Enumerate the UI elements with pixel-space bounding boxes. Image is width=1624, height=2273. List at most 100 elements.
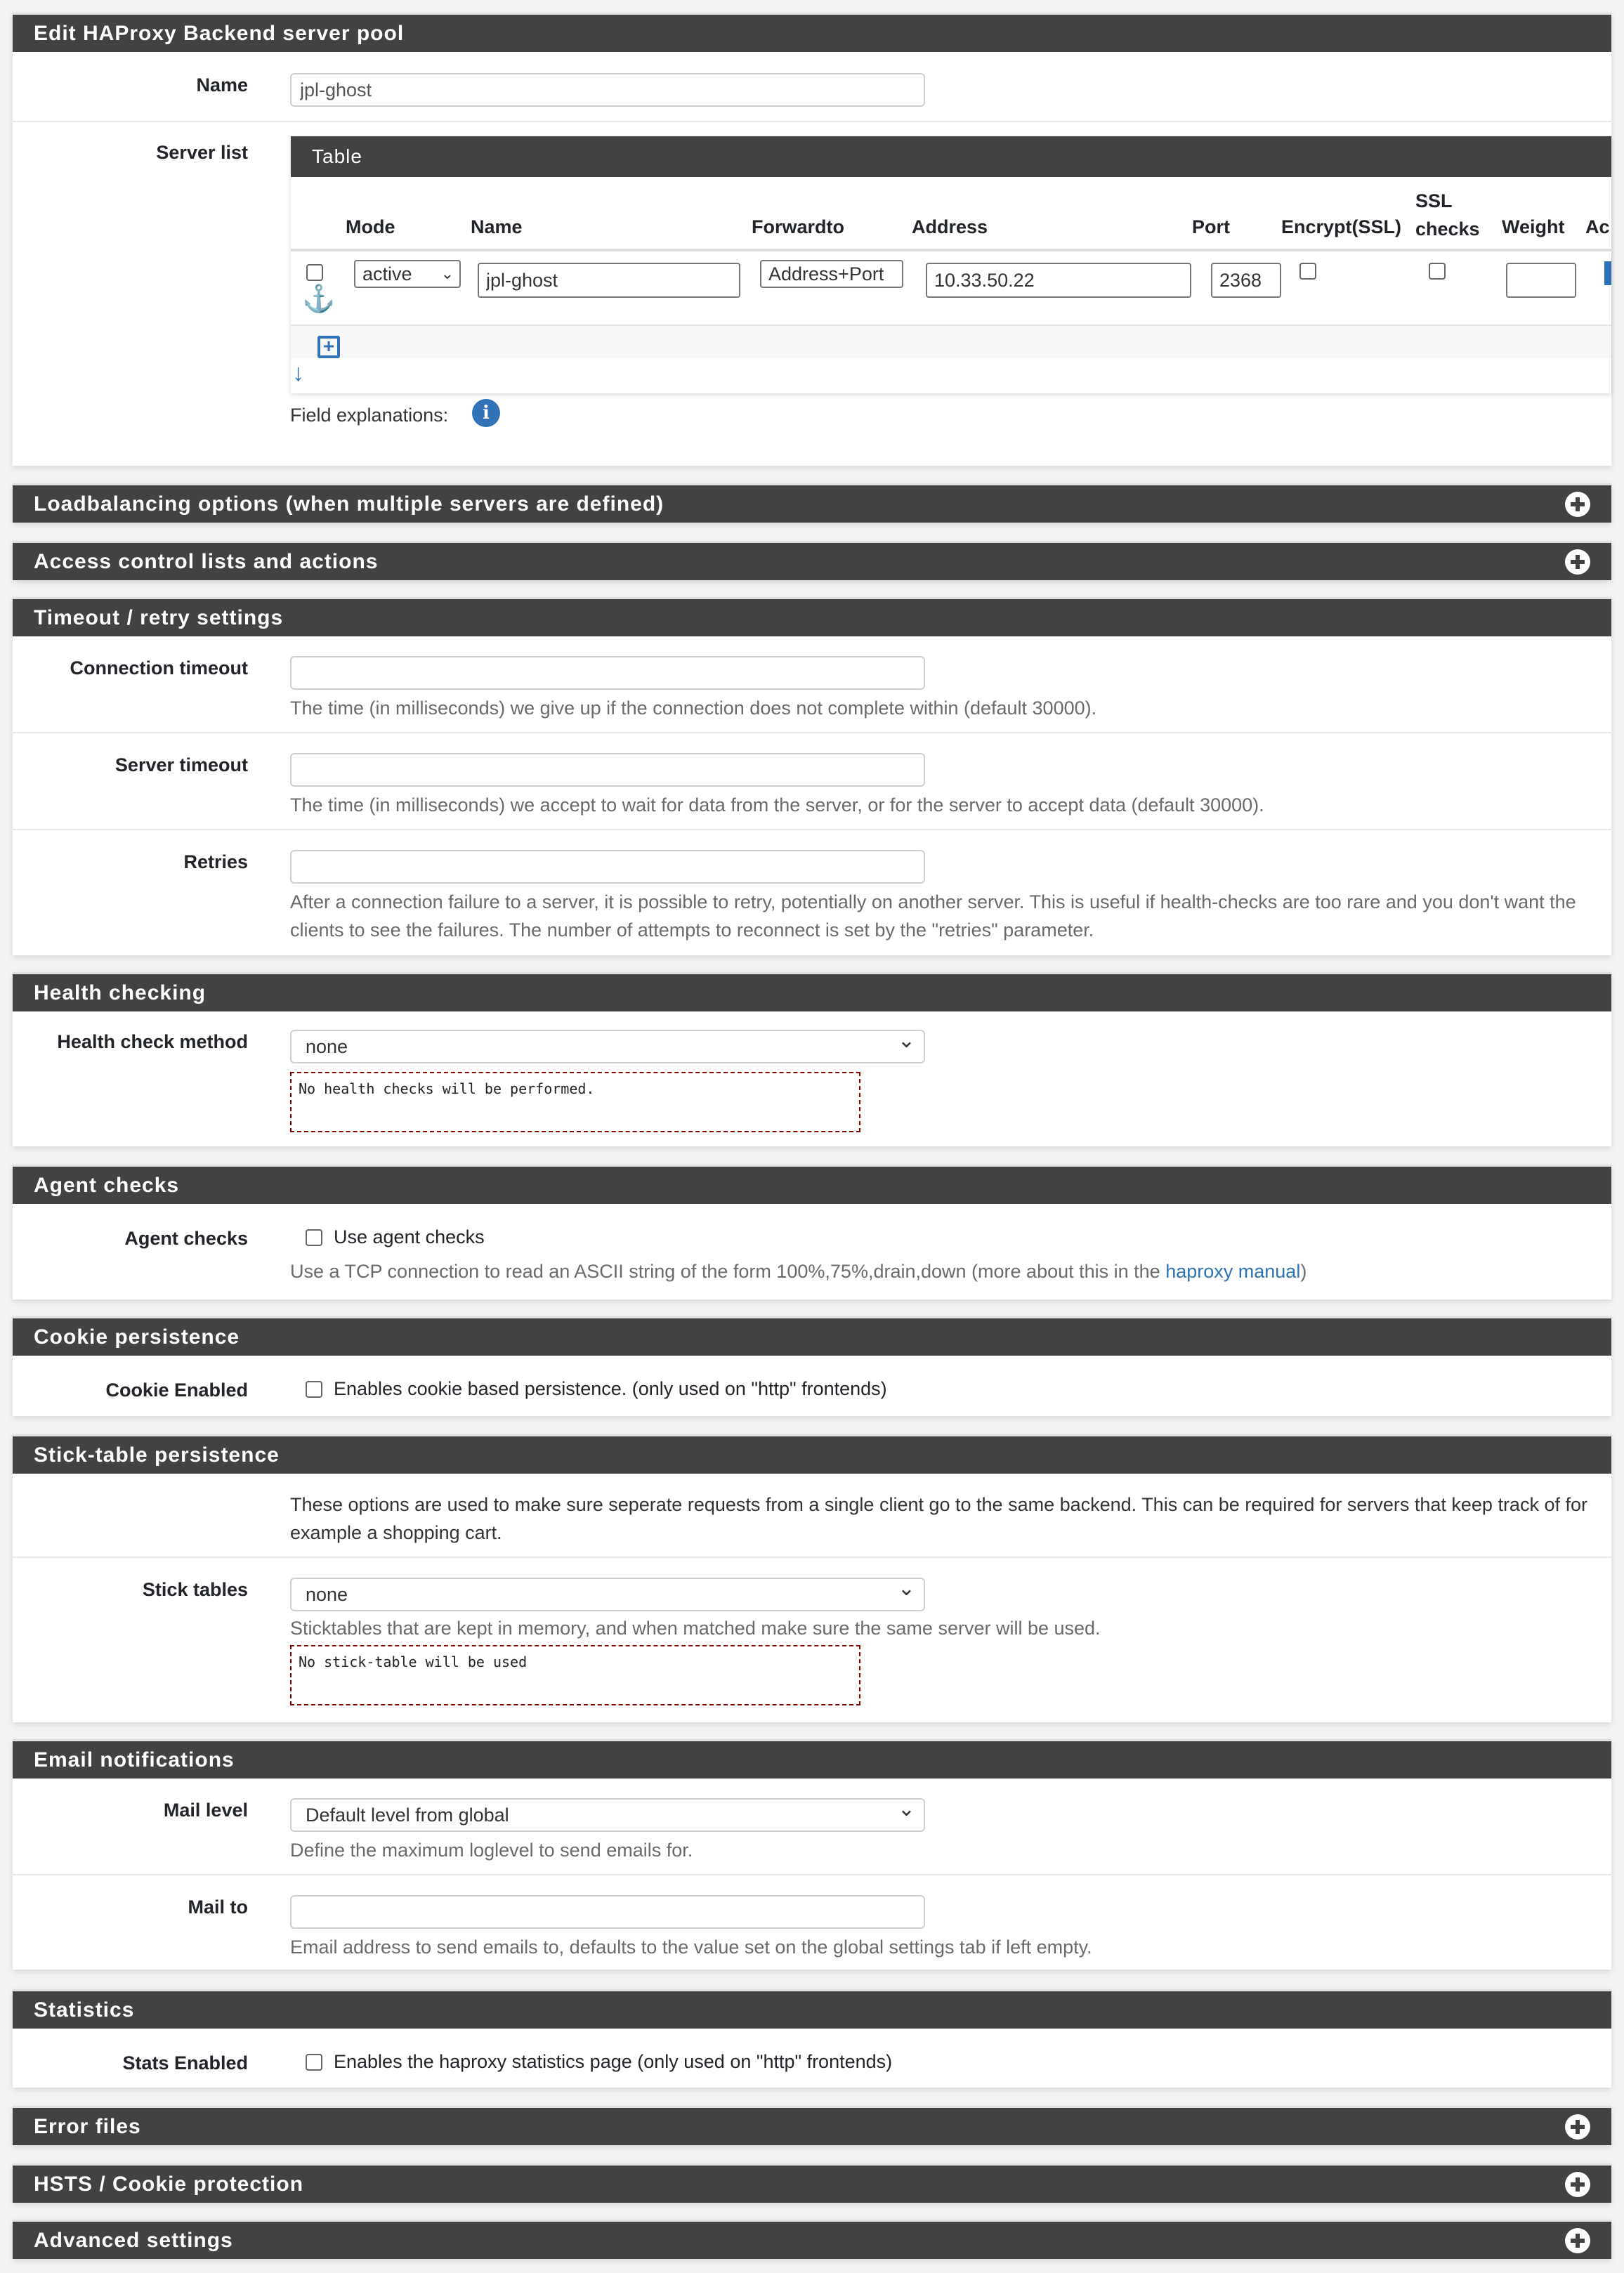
stats-title: Statistics bbox=[13, 1989, 1611, 2029]
retries-row: Retries After a connection failure to a … bbox=[13, 830, 1611, 954]
expand-plus-icon[interactable] bbox=[1565, 2171, 1590, 2197]
expand-plus-icon[interactable] bbox=[1565, 2227, 1590, 2253]
row-select-checkbox[interactable] bbox=[306, 264, 323, 281]
table-title: Table bbox=[291, 136, 1611, 177]
expand-plus-icon[interactable] bbox=[1565, 549, 1590, 575]
name-label: Name bbox=[196, 74, 248, 96]
health-note: No health checks will be performed. bbox=[290, 1072, 860, 1132]
agent-checkbox-label: Use agent checks bbox=[334, 1226, 485, 1247]
mail-level-row: Mail level Default level from global Def… bbox=[13, 1779, 1611, 1875]
expand-plus-icon[interactable] bbox=[1565, 491, 1590, 517]
retries-label: Retries bbox=[183, 851, 248, 872]
haproxy-manual-link[interactable]: haproxy manual bbox=[1165, 1261, 1300, 1282]
server-name-input[interactable] bbox=[478, 263, 740, 298]
mail-to-input[interactable] bbox=[290, 1895, 925, 1929]
expand-plus-icon[interactable] bbox=[1565, 2114, 1590, 2140]
forwardto-select[interactable]: Address+Port bbox=[760, 260, 903, 288]
advanced-panel: Advanced settings bbox=[13, 2220, 1611, 2259]
stick-panel: Stick-table persistence These options ar… bbox=[13, 1434, 1611, 1722]
cookie-checkbox-label: Enables cookie based persistence. (only … bbox=[334, 1378, 887, 1399]
edit-backend-panel: Edit HAProxy Backend server pool Name Se… bbox=[13, 13, 1611, 466]
error-files-panel: Error files bbox=[13, 2106, 1611, 2145]
stick-tables-value: none bbox=[306, 1584, 348, 1605]
mode-select[interactable]: active ⌄ bbox=[354, 260, 461, 288]
agent-panel: Agent checks Agent checks Use agent chec… bbox=[13, 1165, 1611, 1299]
email-panel: Email notifications Mail level Default l… bbox=[13, 1739, 1611, 1970]
col-mode: Mode bbox=[346, 216, 395, 237]
mail-to-help: Email address to send emails to, default… bbox=[290, 1937, 1092, 1958]
cookie-checkbox[interactable] bbox=[306, 1380, 322, 1398]
mail-level-label: Mail level bbox=[163, 1800, 248, 1821]
stats-checkbox-wrap[interactable]: Enables the haproxy statistics page (onl… bbox=[306, 2051, 892, 2073]
connection-timeout-label: Connection timeout bbox=[70, 657, 248, 679]
name-input[interactable] bbox=[290, 73, 925, 107]
agent-help: Use a TCP connection to read an ASCII st… bbox=[290, 1257, 1307, 1285]
retries-help: After a connection failure to a server, … bbox=[290, 891, 1576, 941]
encrypt-ssl-checkbox[interactable] bbox=[1299, 263, 1316, 280]
acl-title: Access control lists and actions bbox=[34, 549, 379, 573]
info-icon[interactable]: i bbox=[472, 399, 500, 427]
health-method-select[interactable]: none bbox=[290, 1026, 925, 1063]
address-input[interactable] bbox=[926, 263, 1191, 298]
advanced-title: Advanced settings bbox=[34, 2228, 233, 2252]
stick-tables-select[interactable]: none bbox=[290, 1573, 925, 1611]
server-timeout-label: Server timeout bbox=[114, 754, 248, 775]
timeout-title: Timeout / retry settings bbox=[13, 597, 1611, 636]
hsts-title: HSTS / Cookie protection bbox=[34, 2172, 304, 2196]
col-port: Port bbox=[1192, 216, 1230, 237]
stats-panel: Statistics Stats Enabled Enables the hap… bbox=[13, 1989, 1611, 2088]
stick-note: No stick-table will be used bbox=[290, 1645, 860, 1705]
agent-label: Agent checks bbox=[124, 1228, 248, 1249]
stats-checkbox[interactable] bbox=[306, 2053, 322, 2071]
health-method-row: Health check method none No health check… bbox=[13, 1011, 1611, 1142]
server-table: Table Mode Name Forwardto Address Port E… bbox=[291, 136, 1611, 393]
connection-timeout-input[interactable] bbox=[290, 656, 925, 690]
hsts-panel: HSTS / Cookie protection bbox=[13, 2163, 1611, 2203]
stats-checkbox-label: Enables the haproxy statistics page (onl… bbox=[334, 2051, 893, 2072]
add-row-icon[interactable]: + bbox=[317, 336, 340, 358]
agent-help-suffix: ) bbox=[1300, 1261, 1307, 1282]
mail-to-label: Mail to bbox=[188, 1897, 249, 1918]
agent-checkbox-wrap[interactable]: Use agent checks bbox=[306, 1226, 485, 1248]
mail-level-help: Define the maximum loglevel to send emai… bbox=[290, 1840, 693, 1861]
loadbalancing-header: Loadbalancing options (when multiple ser… bbox=[13, 483, 1611, 523]
server-list-label: Server list bbox=[156, 142, 248, 163]
cookie-row: Cookie Enabled Enables cookie based pers… bbox=[13, 1356, 1611, 1416]
hsts-header: HSTS / Cookie protection bbox=[13, 2163, 1611, 2203]
cookie-checkbox-wrap[interactable]: Enables cookie based persistence. (only … bbox=[306, 1378, 887, 1400]
agent-row: Agent checks Use agent checks Use a TCP … bbox=[13, 1204, 1611, 1299]
advanced-header: Advanced settings bbox=[13, 2220, 1611, 2259]
delete-icon[interactable] bbox=[1604, 261, 1611, 285]
mail-level-select[interactable]: Default level from global bbox=[290, 1794, 925, 1832]
health-method-value: none bbox=[306, 1036, 348, 1057]
cookie-title: Cookie persistence bbox=[13, 1316, 1611, 1356]
stick-intro-row: These options are used to make sure sepe… bbox=[13, 1474, 1611, 1558]
retries-input[interactable] bbox=[290, 850, 925, 884]
server-timeout-input[interactable] bbox=[290, 753, 925, 787]
timeout-panel: Timeout / retry settings Connection time… bbox=[13, 597, 1611, 955]
move-down-icon[interactable]: ↓ bbox=[292, 360, 304, 387]
agent-help-text: Use a TCP connection to read an ASCII st… bbox=[290, 1261, 1166, 1282]
field-explanations-label: Field explanations: bbox=[290, 405, 449, 426]
table-row: ⚓ active⌄ Address+Port bbox=[291, 251, 1611, 326]
agent-checkbox[interactable] bbox=[306, 1229, 322, 1246]
connection-timeout-help: The time (in milliseconds) we give up if… bbox=[290, 697, 1097, 719]
weight-input[interactable] bbox=[1506, 263, 1576, 298]
table-header: Mode Name Forwardto Address Port Encrypt… bbox=[291, 177, 1611, 251]
col-address: Address bbox=[912, 216, 988, 237]
mail-to-row: Mail to Email address to send emails to,… bbox=[13, 1875, 1611, 1970]
ssl-checks-checkbox[interactable] bbox=[1429, 263, 1446, 280]
acl-header: Access control lists and actions bbox=[13, 541, 1611, 580]
loadbalancing-panel: Loadbalancing options (when multiple ser… bbox=[13, 483, 1611, 523]
anchor-icon[interactable]: ⚓ bbox=[302, 284, 335, 315]
stick-intro: These options are used to make sure sepe… bbox=[290, 1494, 1587, 1543]
name-row: Name bbox=[13, 52, 1611, 122]
agent-title: Agent checks bbox=[13, 1165, 1611, 1204]
col-name: Name bbox=[471, 216, 523, 237]
port-input[interactable] bbox=[1211, 263, 1281, 298]
mail-level-value: Default level from global bbox=[306, 1804, 509, 1826]
cookie-label: Cookie Enabled bbox=[105, 1380, 248, 1401]
forwardto-value: Address+Port bbox=[768, 263, 884, 284]
stats-label: Stats Enabled bbox=[122, 2052, 248, 2074]
col-ssl-checks: SSL checks bbox=[1415, 190, 1480, 240]
